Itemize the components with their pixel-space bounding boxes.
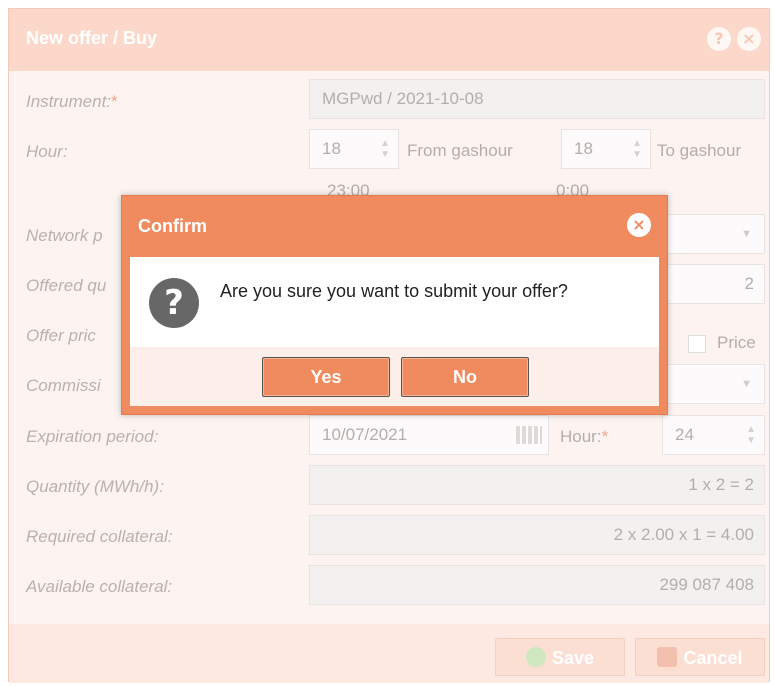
required-collateral-value: 2 x 2.00 x 1 = 4.00 (309, 515, 765, 555)
stepper-arrows-icon[interactable]: ▲ ▼ (632, 138, 642, 160)
confirm-dialog: Confirm × ? Are you sure you want to sub… (121, 195, 668, 415)
to-hour-stepper[interactable]: 18 ▲ ▼ (561, 129, 651, 169)
instrument-field[interactable]: MGPwd / 2021-10-08 (309, 79, 765, 119)
check-icon (525, 647, 546, 668)
chevron-down-icon: ▼ (741, 228, 752, 240)
network-point-label: Network p (26, 226, 103, 245)
cancel-icon (657, 647, 678, 668)
price-checkbox[interactable] (688, 335, 706, 353)
cancel-button[interactable]: Cancel (635, 638, 765, 676)
commission-label: Commissi (26, 376, 101, 395)
available-collateral-value: 299 087 408 (309, 565, 765, 605)
dialog-title: Confirm (138, 216, 207, 236)
quantity-label: Quantity (MWh/h): (26, 477, 164, 496)
instrument-label: Instrument:* (26, 92, 118, 111)
offer-price-label: Offer pric (26, 326, 96, 345)
save-button[interactable]: Save (495, 638, 625, 676)
quantity-value: 1 x 2 = 2 (309, 465, 765, 505)
expiration-period-label: Expiration period: (26, 427, 159, 446)
no-button[interactable]: No (401, 357, 529, 397)
dialog-message: Are you sure you want to submit your off… (220, 281, 568, 301)
stepper-arrows-icon[interactable]: ▲ ▼ (746, 424, 756, 446)
from-hour-stepper[interactable]: 18 ▲ ▼ (309, 129, 399, 169)
expiration-date-input[interactable]: 10/07/2021 (309, 415, 549, 455)
window-footer: Save Cancel (9, 624, 769, 683)
dialog-footer: Yes No (130, 347, 659, 406)
question-icon: ? (149, 278, 199, 328)
network-point-select[interactable]: ▼ (665, 214, 765, 254)
close-icon[interactable]: × (627, 213, 651, 237)
commission-select[interactable]: ▼ (665, 364, 765, 404)
to-gashour-label: To gashour (657, 141, 742, 160)
close-icon[interactable]: × (737, 27, 761, 51)
offered-quantity-input[interactable]: 2 (665, 264, 765, 304)
calendar-icon[interactable] (516, 426, 542, 444)
offered-quantity-label: Offered qu (26, 276, 107, 295)
yes-button[interactable]: Yes (262, 357, 390, 397)
window-title: New offer / Buy (26, 28, 158, 48)
available-collateral-label: Available collateral: (26, 577, 173, 596)
help-icon[interactable]: ? (707, 27, 731, 51)
expiration-hour-stepper[interactable]: 24 ▲ ▼ (662, 415, 765, 455)
expiration-hour-label: Hour:* (560, 427, 609, 446)
chevron-down-icon: ▼ (741, 378, 752, 390)
dialog-body: ? Are you sure you want to submit your o… (130, 257, 659, 347)
stepper-arrows-icon[interactable]: ▲ ▼ (380, 138, 390, 160)
hour-label: Hour: (26, 142, 68, 161)
required-collateral-label: Required collateral: (26, 527, 173, 546)
window-title-bar: New offer / Buy ? × (9, 9, 769, 71)
price-checkbox-label: Price (717, 333, 756, 352)
from-gashour-label: From gashour (407, 141, 513, 160)
